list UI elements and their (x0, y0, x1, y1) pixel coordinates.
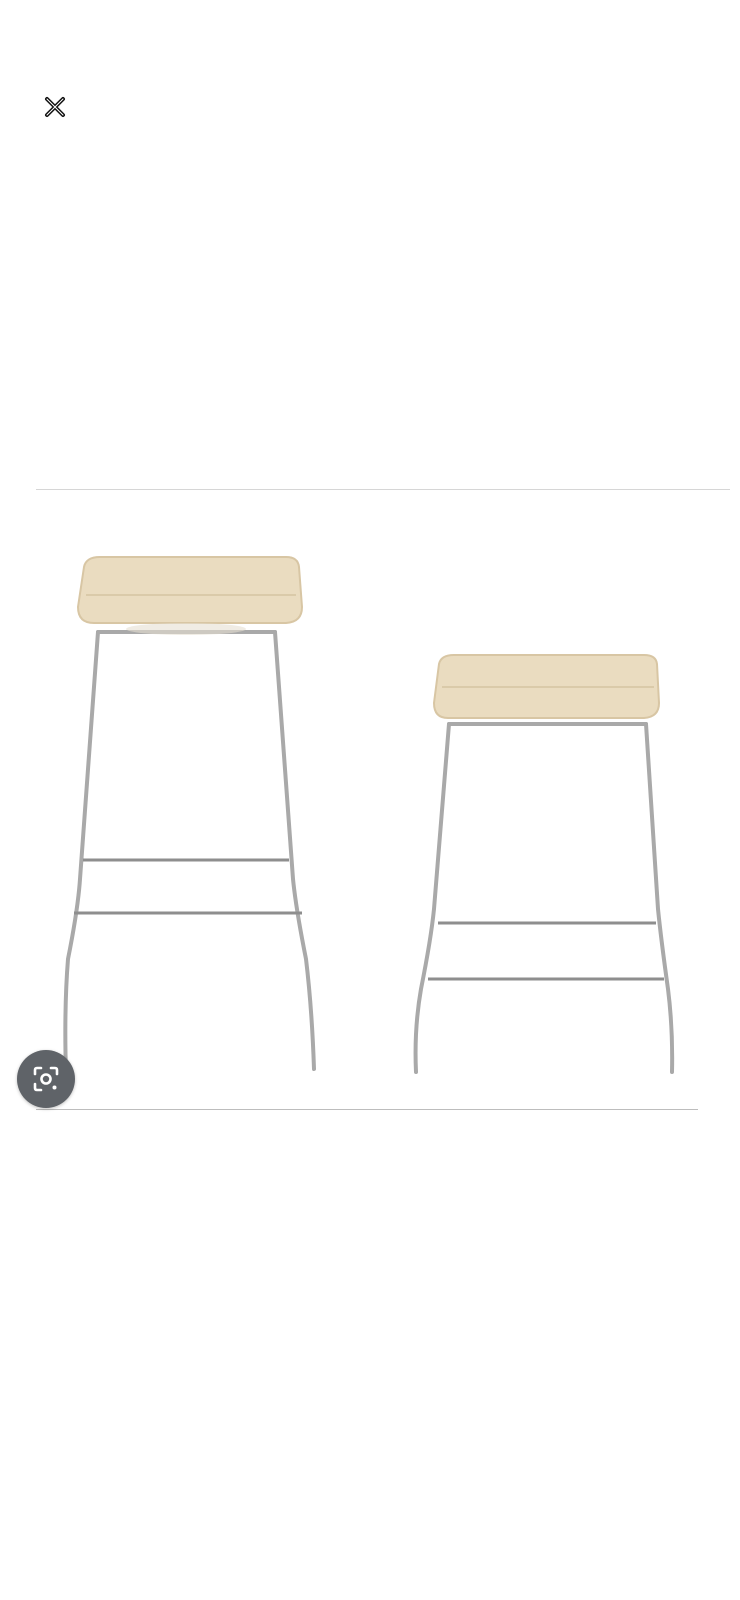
lens-search-icon (33, 1066, 59, 1092)
product-image[interactable] (36, 489, 730, 1111)
counter-stool (413, 654, 675, 1074)
close-button[interactable] (38, 90, 72, 124)
image-bottom-divider (36, 1109, 698, 1110)
close-x-icon (45, 97, 65, 117)
tall-stool (63, 556, 316, 1076)
image-viewer (0, 0, 740, 1600)
product-image-frame (36, 489, 730, 1111)
visual-search-button[interactable] (17, 1050, 75, 1108)
